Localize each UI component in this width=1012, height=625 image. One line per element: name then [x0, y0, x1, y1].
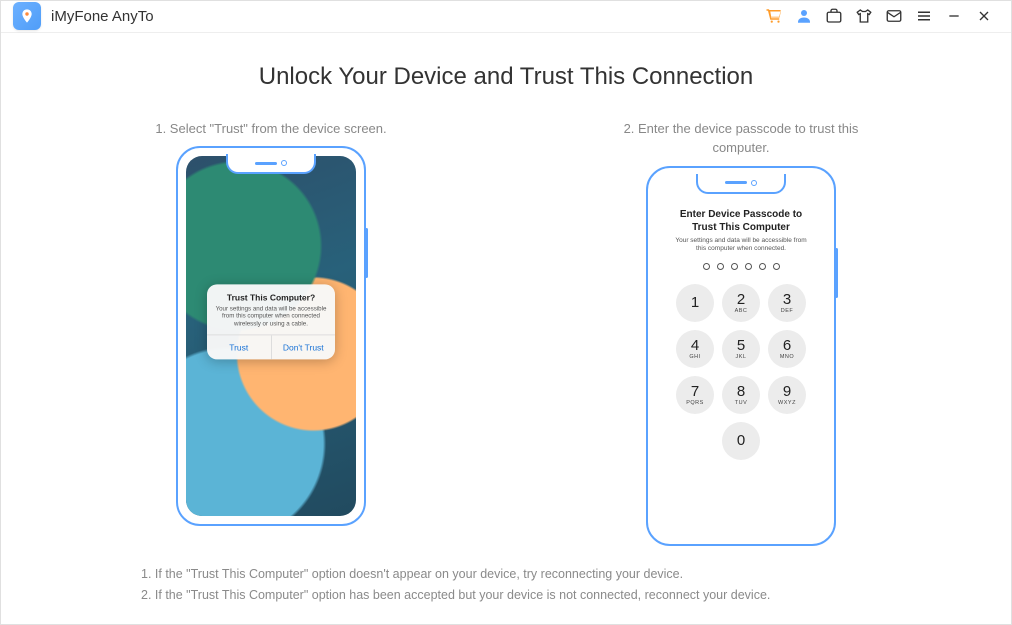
- step-1: 1. Select "Trust" from the device screen…: [121, 119, 421, 546]
- phone-notch-icon: [696, 174, 786, 194]
- key-6[interactable]: 6MNO: [768, 330, 806, 368]
- key-3[interactable]: 3DEF: [768, 284, 806, 322]
- mail-button[interactable]: [879, 1, 909, 31]
- phone-passcode: Enter Device Passcode to Trust This Comp…: [646, 166, 836, 546]
- minimize-button[interactable]: [939, 1, 969, 31]
- key-1[interactable]: 1: [676, 284, 714, 322]
- notes: 1. If the "Trust This Computer" option d…: [41, 564, 971, 607]
- note-1: 1. If the "Trust This Computer" option d…: [141, 564, 871, 585]
- phone-screen: Enter Device Passcode to Trust This Comp…: [656, 176, 826, 536]
- app-logo: [13, 2, 41, 30]
- note-2: 2. If the "Trust This Computer" option h…: [141, 585, 871, 606]
- step-2-caption: 2. Enter the device passcode to trust th…: [611, 119, 871, 158]
- phone-notch-icon: [226, 154, 316, 174]
- close-button[interactable]: [969, 1, 999, 31]
- key-9[interactable]: 9WXYZ: [768, 376, 806, 414]
- key-0[interactable]: 0: [722, 422, 760, 460]
- trust-dialog-body: Your settings and data will be accessibl…: [213, 305, 329, 328]
- key-5[interactable]: 5JKL: [722, 330, 760, 368]
- shirt-button[interactable]: [849, 1, 879, 31]
- passcode-dots: [703, 263, 780, 270]
- passcode-title: Enter Device Passcode to Trust This Comp…: [671, 208, 811, 234]
- app-title: iMyFone AnyTo: [51, 8, 154, 25]
- menu-button[interactable]: [909, 1, 939, 31]
- dont-trust-button[interactable]: Don't Trust: [271, 335, 336, 359]
- step-1-caption: 1. Select "Trust" from the device screen…: [155, 119, 386, 139]
- key-4[interactable]: 4GHI: [676, 330, 714, 368]
- keypad: 1 2ABC 3DEF 4GHI 5JKL 6MNO 7PQRS 8TUV 9W…: [676, 284, 806, 460]
- briefcase-button[interactable]: [819, 1, 849, 31]
- passcode-subtitle: Your settings and data will be accessibl…: [671, 237, 811, 253]
- cart-button[interactable]: [759, 1, 789, 31]
- key-8[interactable]: 8TUV: [722, 376, 760, 414]
- phone-screen: Trust This Computer? Your settings and d…: [186, 156, 356, 516]
- app-window: iMyFone AnyTo Unlock Your Device and Tru…: [0, 0, 1012, 625]
- trust-dialog-title: Trust This Computer?: [213, 292, 329, 302]
- titlebar: iMyFone AnyTo: [1, 1, 1011, 33]
- page-title: Unlock Your Device and Trust This Connec…: [41, 63, 971, 91]
- content-area: Unlock Your Device and Trust This Connec…: [1, 33, 1011, 625]
- trust-button[interactable]: Trust: [207, 335, 271, 359]
- key-2[interactable]: 2ABC: [722, 284, 760, 322]
- trust-dialog: Trust This Computer? Your settings and d…: [207, 284, 335, 359]
- step-2: 2. Enter the device passcode to trust th…: [591, 119, 891, 546]
- user-button[interactable]: [789, 1, 819, 31]
- steps-row: 1. Select "Trust" from the device screen…: [41, 119, 971, 546]
- key-7[interactable]: 7PQRS: [676, 376, 714, 414]
- passcode-screen: Enter Device Passcode to Trust This Comp…: [656, 176, 826, 536]
- phone-trust: Trust This Computer? Your settings and d…: [176, 146, 366, 526]
